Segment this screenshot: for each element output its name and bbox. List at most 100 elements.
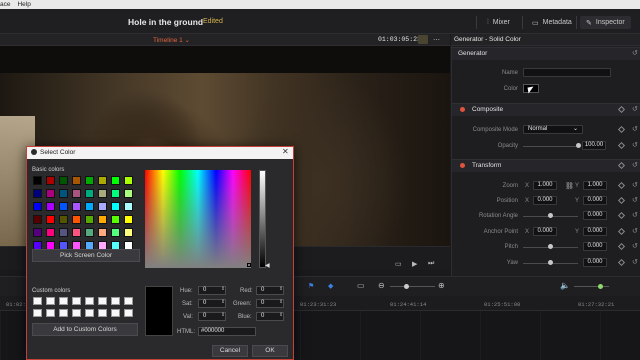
basic-color-swatch[interactable]: [111, 176, 120, 185]
volume-slider[interactable]: [574, 286, 609, 287]
yaw-slider-knob[interactable]: [548, 260, 553, 265]
basic-color-swatch[interactable]: [72, 215, 81, 224]
basic-color-swatch[interactable]: [46, 202, 55, 211]
zoom-out-icon[interactable]: ⊖: [378, 281, 385, 290]
basic-color-swatch[interactable]: [46, 189, 55, 198]
ok-button[interactable]: OK: [252, 345, 288, 357]
custom-swatch[interactable]: [111, 309, 120, 317]
spin-arrows-icon[interactable]: ⇕: [279, 286, 283, 292]
basic-color-swatch[interactable]: [98, 176, 107, 185]
basic-color-swatch[interactable]: [46, 176, 55, 185]
volume-slider-knob[interactable]: [598, 284, 603, 289]
basic-color-swatch[interactable]: [85, 228, 94, 237]
menu-item-ace[interactable]: ace: [0, 0, 10, 9]
custom-swatch[interactable]: [72, 309, 81, 317]
basic-color-swatch[interactable]: [85, 189, 94, 198]
cancel-button[interactable]: Cancel: [212, 345, 248, 357]
basic-color-swatch[interactable]: [98, 202, 107, 211]
pick-screen-color-button[interactable]: Pick Screen Color: [32, 249, 140, 262]
last-frame-icon[interactable]: ⏭: [428, 260, 434, 268]
basic-color-swatch[interactable]: [59, 189, 68, 198]
reset-icon[interactable]: ↺: [632, 211, 638, 219]
zoom-slider-knob[interactable]: [404, 284, 409, 289]
opacity-field[interactable]: 100.00: [582, 141, 606, 150]
basic-color-swatch[interactable]: [124, 189, 133, 198]
basic-color-swatch[interactable]: [59, 215, 68, 224]
basic-color-swatch[interactable]: [85, 215, 94, 224]
custom-swatch[interactable]: [124, 309, 133, 317]
luminance-arrow-icon[interactable]: ◀: [265, 262, 270, 269]
custom-swatch[interactable]: [46, 309, 55, 317]
reset-icon[interactable]: ↺: [632, 196, 638, 204]
pitch-slider-knob[interactable]: [548, 244, 553, 249]
rotation-field[interactable]: 0.000: [583, 211, 607, 220]
custom-swatch[interactable]: [124, 297, 133, 305]
yaw-field[interactable]: 0.000: [583, 258, 607, 267]
flag-icon[interactable]: ⚑: [308, 282, 314, 290]
custom-swatch[interactable]: [85, 309, 94, 317]
basic-color-swatch[interactable]: [33, 189, 42, 198]
marker-icon[interactable]: ◆: [328, 282, 333, 290]
reset-icon[interactable]: ↺: [632, 49, 638, 57]
inspector-button[interactable]: ✎ Inspector: [580, 16, 631, 29]
spin-arrows-icon[interactable]: ⇕: [221, 286, 225, 292]
custom-swatch[interactable]: [98, 309, 107, 317]
basic-color-swatch[interactable]: [124, 228, 133, 237]
reset-icon[interactable]: ↺: [632, 141, 638, 149]
rotation-slider-knob[interactable]: [548, 213, 553, 218]
html-color-field[interactable]: #000000: [198, 327, 256, 336]
custom-swatch[interactable]: [59, 309, 68, 317]
reset-icon[interactable]: ↺: [632, 242, 638, 250]
custom-swatch[interactable]: [59, 297, 68, 305]
basic-color-swatch[interactable]: [33, 202, 42, 211]
fullscreen-icon[interactable]: ▭: [395, 260, 402, 268]
spin-arrows-icon[interactable]: ⇕: [279, 299, 283, 305]
custom-swatch[interactable]: [111, 297, 120, 305]
viewer-options-icon[interactable]: [418, 35, 428, 44]
opacity-slider[interactable]: [523, 146, 578, 147]
transform-enable-icon[interactable]: [460, 163, 465, 168]
spin-arrows-icon[interactable]: ⇕: [279, 312, 283, 318]
add-to-custom-colors-button[interactable]: Add to Custom Colors: [32, 323, 138, 336]
reset-icon[interactable]: ↺: [632, 161, 638, 169]
basic-color-swatch[interactable]: [59, 202, 68, 211]
custom-swatch[interactable]: [98, 297, 107, 305]
anchor-y-field[interactable]: 0.000: [583, 227, 607, 236]
basic-color-swatch[interactable]: [111, 228, 120, 237]
composite-mode-select[interactable]: Normal ⌄: [523, 125, 583, 134]
name-field[interactable]: [523, 68, 611, 77]
basic-color-swatch[interactable]: [124, 215, 133, 224]
zoom-in-icon[interactable]: ⊕: [438, 281, 445, 290]
basic-color-swatch[interactable]: [59, 176, 68, 185]
basic-color-swatch[interactable]: [46, 228, 55, 237]
basic-color-swatch[interactable]: [33, 176, 42, 185]
play-icon[interactable]: ▶: [412, 260, 417, 268]
basic-color-swatch[interactable]: [98, 228, 107, 237]
basic-color-swatch[interactable]: [111, 189, 120, 198]
reset-icon[interactable]: ↺: [632, 227, 638, 235]
zoom-y-field[interactable]: 1.000: [583, 181, 607, 190]
timeline-selector[interactable]: Timeline 1 ⌄: [153, 36, 190, 44]
close-icon[interactable]: ✕: [282, 147, 289, 156]
basic-color-swatch[interactable]: [85, 176, 94, 185]
basic-color-swatch[interactable]: [72, 176, 81, 185]
composite-enable-icon[interactable]: [460, 107, 465, 112]
basic-color-swatch[interactable]: [72, 202, 81, 211]
reset-icon[interactable]: ↺: [632, 181, 638, 189]
basic-color-swatch[interactable]: [33, 215, 42, 224]
color-spectrum[interactable]: [145, 170, 251, 268]
reset-icon[interactable]: ↺: [632, 125, 638, 133]
basic-color-swatch[interactable]: [124, 202, 133, 211]
reset-icon[interactable]: ↺: [632, 258, 638, 266]
basic-color-swatch[interactable]: [111, 215, 120, 224]
luminance-slider[interactable]: [259, 170, 266, 268]
custom-swatch[interactable]: [85, 297, 94, 305]
spin-arrows-icon[interactable]: ⇕: [221, 312, 225, 318]
basic-color-swatch[interactable]: [72, 189, 81, 198]
spin-arrows-icon[interactable]: ⇕: [221, 299, 225, 305]
basic-color-swatch[interactable]: [59, 228, 68, 237]
basic-color-swatch[interactable]: [33, 228, 42, 237]
mixer-button[interactable]: ⫶ Mixer: [481, 16, 516, 29]
custom-swatch[interactable]: [33, 297, 42, 305]
position-x-field[interactable]: 0.000: [533, 196, 557, 205]
